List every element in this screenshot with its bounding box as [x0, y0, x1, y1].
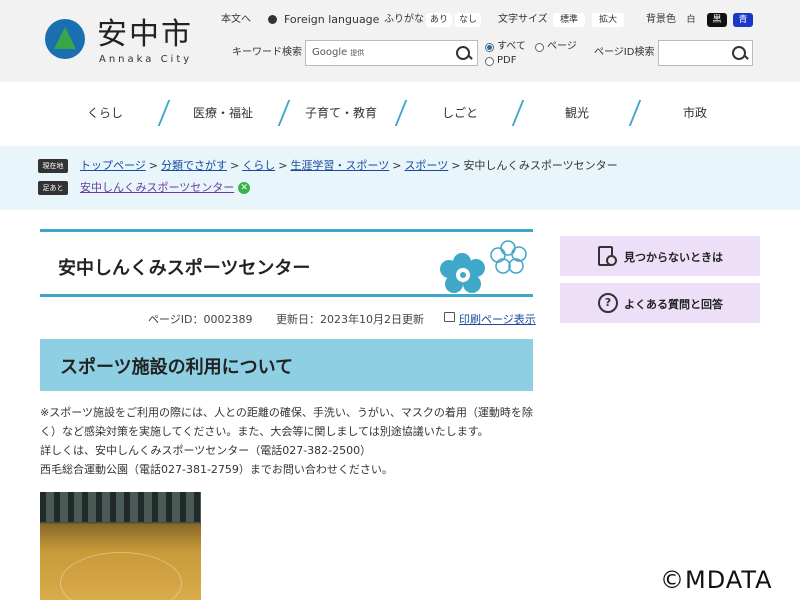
bg-blue-button[interactable]: 青: [733, 13, 753, 27]
document-search-icon: [598, 246, 617, 266]
breadcrumb-separator: >: [230, 159, 240, 172]
search-scope-page-radio[interactable]: [535, 43, 544, 52]
furigana-label: ふりがな: [384, 14, 424, 25]
print-page-link[interactable]: 印刷ページ表示: [459, 311, 536, 327]
nav-item-medical[interactable]: 医療・福祉: [168, 104, 278, 121]
section-heading: スポーツ施設の利用について: [60, 357, 294, 378]
nav-item-living[interactable]: くらし: [50, 104, 160, 121]
printer-icon: [444, 312, 455, 322]
logo-title: 安中市: [97, 17, 193, 52]
globe-icon: [268, 15, 277, 24]
search-scope-page-label: ページ: [547, 41, 577, 52]
city-emblem-icon: [45, 19, 85, 59]
paragraph-line: く）など感染対策を実施してください。また、大会等に関しましては別途協議いたします…: [40, 425, 489, 438]
question-icon: ?: [598, 293, 618, 313]
paragraph-line: 詳しくは、安中しんくみスポーツセンター（電話027-382-2500）: [40, 444, 372, 457]
close-icon[interactable]: ✕: [238, 182, 251, 194]
nav-item-tourism[interactable]: 観光: [522, 104, 632, 121]
bg-color-label: 背景色: [646, 14, 676, 25]
plum-blossom-icon: [440, 240, 527, 293]
search-icon[interactable]: [730, 44, 750, 64]
global-nav: くらし 医療・福祉 子育て・教育 しごと 観光 市政: [0, 82, 800, 146]
search-scope-all-label: すべて: [497, 41, 526, 52]
page-id-search-input[interactable]: [658, 40, 753, 66]
breadcrumb: 現在地 トップページ > 分類でさがす > くらし > 生涯学習・スポーツ > スポーツ > 安中し…: [0, 146, 800, 210]
breadcrumb-separator: >: [148, 159, 158, 172]
search-scope-all-radio[interactable]: [485, 43, 494, 52]
not-found-button[interactable]: 見つからないときは: [560, 236, 760, 276]
logo-subtitle: Annaka City: [99, 54, 193, 65]
keyword-search-label: キーワード検索: [232, 47, 302, 58]
text-size-standard-button[interactable]: 標準: [553, 13, 585, 27]
section-heading-box: スポーツ施設の利用について: [40, 339, 533, 391]
nav-item-childcare[interactable]: 子育て・教育: [286, 104, 396, 121]
breadcrumb-link-living[interactable]: くらし: [242, 159, 275, 172]
watermark: ©MDATA: [660, 566, 773, 594]
history-link[interactable]: 安中しんくみスポーツセンター: [80, 181, 234, 194]
site-header: 安中市 Annaka City 本文へ Foreign language ふりが…: [0, 0, 800, 82]
google-branding: Google 提供: [312, 47, 365, 58]
history-tag: 足あと: [38, 181, 68, 195]
search-scope-pdf-label: PDF: [497, 55, 517, 66]
site-logo[interactable]: 安中市 Annaka City: [45, 16, 205, 66]
updated-date: 更新日：2023年10月2日更新: [276, 313, 424, 326]
nav-item-city-admin[interactable]: 市政: [640, 104, 750, 121]
breadcrumb-trail: トップページ > 分類でさがす > くらし > 生涯学習・スポーツ > スポーツ > 安中しんくみス…: [80, 159, 618, 173]
page-title: 安中しんくみスポーツセンター: [58, 258, 311, 279]
keyword-search-input[interactable]: Google 提供: [305, 40, 478, 66]
faq-label: よくある質問と回答: [624, 298, 723, 311]
text-size-label: 文字サイズ: [498, 14, 548, 25]
page-title-box: 安中しんくみスポーツセンター: [40, 229, 533, 297]
breadcrumb-link-category[interactable]: 分類でさがす: [161, 159, 227, 172]
breadcrumb-current: 安中しんくみスポーツセンター: [463, 159, 618, 172]
not-found-label: 見つからないときは: [624, 251, 723, 264]
furigana-off-button[interactable]: なし: [455, 13, 481, 27]
search-scope-pdf-radio[interactable]: [485, 57, 494, 66]
page-id-search-label: ページID検索: [594, 47, 655, 58]
paragraph-line: 西毛総合運動公園（電話027-381-2759）までお問い合わせください。: [40, 463, 393, 476]
breadcrumb-link-sports[interactable]: スポーツ: [404, 159, 448, 172]
search-icon[interactable]: [454, 44, 474, 64]
foreign-language-link[interactable]: Foreign language: [284, 13, 379, 27]
breadcrumb-separator: >: [392, 159, 402, 172]
furigana-on-button[interactable]: あり: [426, 13, 452, 27]
breadcrumb-separator: >: [278, 159, 288, 172]
bg-black-button[interactable]: 黒: [707, 13, 727, 27]
nav-item-work[interactable]: しごと: [405, 104, 515, 121]
current-location-tag: 現在地: [38, 159, 68, 173]
page-id: ページID：0002389: [148, 313, 253, 326]
text-size-large-button[interactable]: 拡大: [592, 13, 624, 27]
gymnasium-photo: [40, 492, 201, 600]
history-trail: 安中しんくみスポーツセンター ✕: [80, 181, 251, 195]
breadcrumb-link-top[interactable]: トップページ: [80, 159, 146, 172]
skip-to-content-link[interactable]: 本文へ: [221, 13, 251, 27]
paragraph-line: ※スポーツ施設をご利用の際には、人との距離の確保、手洗い、うがい、マスクの着用（…: [40, 406, 533, 419]
faq-button[interactable]: ? よくある質問と回答: [560, 283, 760, 323]
bg-white-button[interactable]: 白: [682, 13, 700, 27]
breadcrumb-link-lifelong-learning[interactable]: 生涯学習・スポーツ: [290, 159, 389, 172]
breadcrumb-separator: >: [451, 159, 461, 172]
